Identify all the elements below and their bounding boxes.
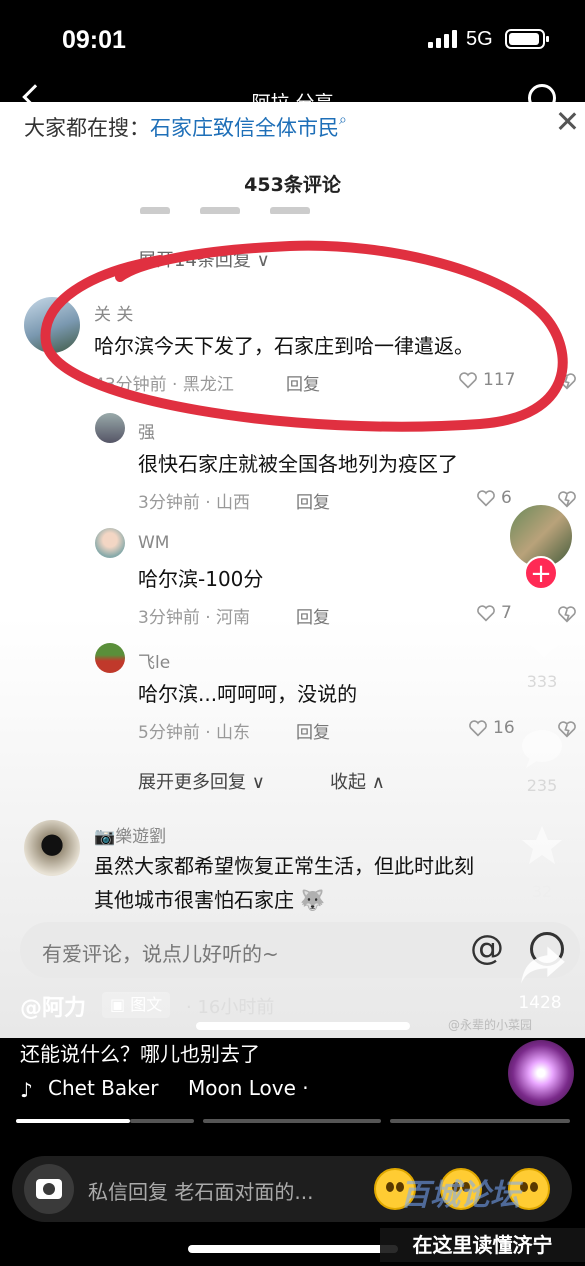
comment-text: 哈尔滨今天下发了，石家庄到哈一律遣返。 xyxy=(94,334,474,358)
post-type-badge: ▣ 图文 xyxy=(102,992,171,1018)
share-icon[interactable] xyxy=(516,940,570,988)
heart-icon xyxy=(477,605,495,622)
camera-icon[interactable] xyxy=(24,1164,74,1214)
collapse-label: 收起 xyxy=(330,772,366,793)
husky-emoji-icon: 🐺 xyxy=(300,888,326,912)
reply-button[interactable]: 回复 xyxy=(296,603,330,628)
status-bar: 09:01 5G xyxy=(0,0,585,80)
music-disc[interactable] xyxy=(508,1040,574,1106)
like-button[interactable]: 117 xyxy=(458,370,515,390)
music-artist[interactable]: Moon Love · xyxy=(188,1076,309,1100)
like-count: 117 xyxy=(483,370,516,390)
post-caption: 还能说什么？哪儿也别去了 xyxy=(20,1042,260,1066)
post-type-label: 图文 xyxy=(130,995,163,1014)
network-type: 5G xyxy=(466,28,493,50)
collapse-link[interactable]: 收起 ∧ xyxy=(330,768,385,794)
reply-button[interactable]: 回复 xyxy=(286,370,320,395)
signal-icon xyxy=(428,30,458,48)
follow-button[interactable]: + xyxy=(524,556,558,590)
post-time: · 16小时前 xyxy=(186,997,275,1018)
camera-badge-icon: 📷 xyxy=(94,827,116,847)
reply-button[interactable]: 回复 xyxy=(296,718,330,743)
comment-meta: 43分钟前 · 黑龙江 xyxy=(94,375,234,395)
search-small-icon: ⌕ xyxy=(339,112,347,128)
comment-text: 虽然大家都希望恢复正常生活，但此时此刻 xyxy=(94,854,474,878)
comment-username[interactable]: 飞le xyxy=(138,648,170,673)
heart-icon xyxy=(469,720,487,737)
star-icon[interactable] xyxy=(518,822,566,870)
avatar[interactable] xyxy=(95,643,125,673)
comment-username[interactable]: 强 xyxy=(138,418,155,443)
comment-text: 哈尔滨...呵呵呵，没说的 xyxy=(138,682,358,706)
like-button[interactable]: 16 xyxy=(468,718,515,738)
like-count: 333 xyxy=(526,672,558,691)
expand-more-replies-link[interactable]: 展开更多回复 ∨ xyxy=(138,768,265,794)
image-post-icon: ▣ xyxy=(110,995,126,1014)
search-suggestion-keyword[interactable]: 石家庄致信全体市民 xyxy=(150,116,339,140)
comment-meta: 3分钟前 · 山西 xyxy=(138,493,251,513)
comment-username-text: 樂遊劉 xyxy=(115,827,167,847)
comment-count: 235 xyxy=(526,776,558,795)
status-time: 09:01 xyxy=(62,26,126,54)
home-indicator xyxy=(188,1245,398,1253)
avatar[interactable] xyxy=(95,413,125,443)
chevron-down-icon: ∨ xyxy=(251,772,265,793)
heart-icon[interactable] xyxy=(520,618,568,662)
comment-username[interactable]: 关 关 xyxy=(94,300,133,325)
comment-input[interactable]: 有爱评论，说点儿好听的~ @ xyxy=(20,922,580,978)
avatar[interactable] xyxy=(24,820,80,876)
comment-meta: 3分钟前 · 河南 xyxy=(138,608,251,628)
avatar[interactable] xyxy=(95,528,125,558)
site-stamp: 在这里读懂济宁 xyxy=(380,1228,585,1262)
chevron-up-icon: ∧ xyxy=(371,772,385,793)
like-count: 7 xyxy=(501,603,512,623)
dislike-icon[interactable] xyxy=(557,372,577,390)
expand-replies-link[interactable]: 展开14条回复 ∨ xyxy=(138,246,270,272)
progress-segment-active xyxy=(16,1119,130,1123)
like-button[interactable]: 7 xyxy=(476,603,512,623)
avatar[interactable] xyxy=(24,297,80,353)
comment-icon[interactable] xyxy=(518,726,566,770)
reply-button[interactable]: 回复 xyxy=(296,488,330,513)
favorite-count: 32 xyxy=(531,882,553,901)
like-count: 16 xyxy=(493,718,515,738)
dislike-icon[interactable] xyxy=(557,490,577,508)
comment-sheet: 大家都在搜：石家庄致信全体市民⌕ 453条评论 展开14条回复 ∨ 关 关 哈尔… xyxy=(0,102,585,1038)
like-count: 6 xyxy=(501,488,512,508)
comment-meta: 5分钟前 · 山东 xyxy=(138,723,251,743)
expand-replies-label: 展开14条回复 xyxy=(138,250,251,271)
watermark: @永辈的小菜园 xyxy=(448,1018,533,1032)
search-suggestion[interactable]: 大家都在搜：石家庄致信全体市民⌕ xyxy=(24,112,347,142)
progress-segment xyxy=(203,1119,381,1123)
comment-text: 其他城市很害怕石家庄 🐺 xyxy=(94,884,325,913)
close-icon[interactable] xyxy=(556,110,578,132)
author-name[interactable]: @阿力 xyxy=(20,990,86,1022)
site-logo-watermark: 百城论坛 xyxy=(400,1178,520,1213)
comment-count: 453条评论 xyxy=(244,174,341,196)
progress-segment xyxy=(130,1119,194,1123)
heart-icon xyxy=(477,490,495,507)
comment-text: 很快石家庄就被全国各地列为疫区了 xyxy=(138,452,458,476)
dm-placeholder: 私信回复 老石面对面的... xyxy=(88,1180,314,1204)
comment-username[interactable]: WM xyxy=(138,533,169,553)
truncated-row xyxy=(140,200,540,214)
comment-text-line2: 其他城市很害怕石家庄 xyxy=(94,888,294,912)
share-count: 1428 xyxy=(518,993,562,1013)
search-suggestion-prefix: 大家都在搜： xyxy=(24,116,150,140)
battery-icon xyxy=(505,29,549,49)
comment-username[interactable]: 📷樂遊劉 xyxy=(94,822,166,847)
comment-text: 哈尔滨-100分 xyxy=(138,567,264,591)
like-button[interactable]: 6 xyxy=(476,488,512,508)
sheet-handle[interactable] xyxy=(196,1022,410,1030)
progress-segment xyxy=(390,1119,570,1123)
comment-input-placeholder: 有爱评论，说点儿好听的~ xyxy=(42,942,279,966)
music-note-icon: ♪ xyxy=(20,1078,33,1102)
music-title[interactable]: Chet Baker xyxy=(48,1076,159,1100)
heart-icon xyxy=(459,372,477,389)
expand-more-label: 展开更多回复 xyxy=(138,772,246,793)
chevron-down-icon: ∨ xyxy=(256,250,270,271)
at-mention-icon[interactable]: @ xyxy=(470,928,504,968)
